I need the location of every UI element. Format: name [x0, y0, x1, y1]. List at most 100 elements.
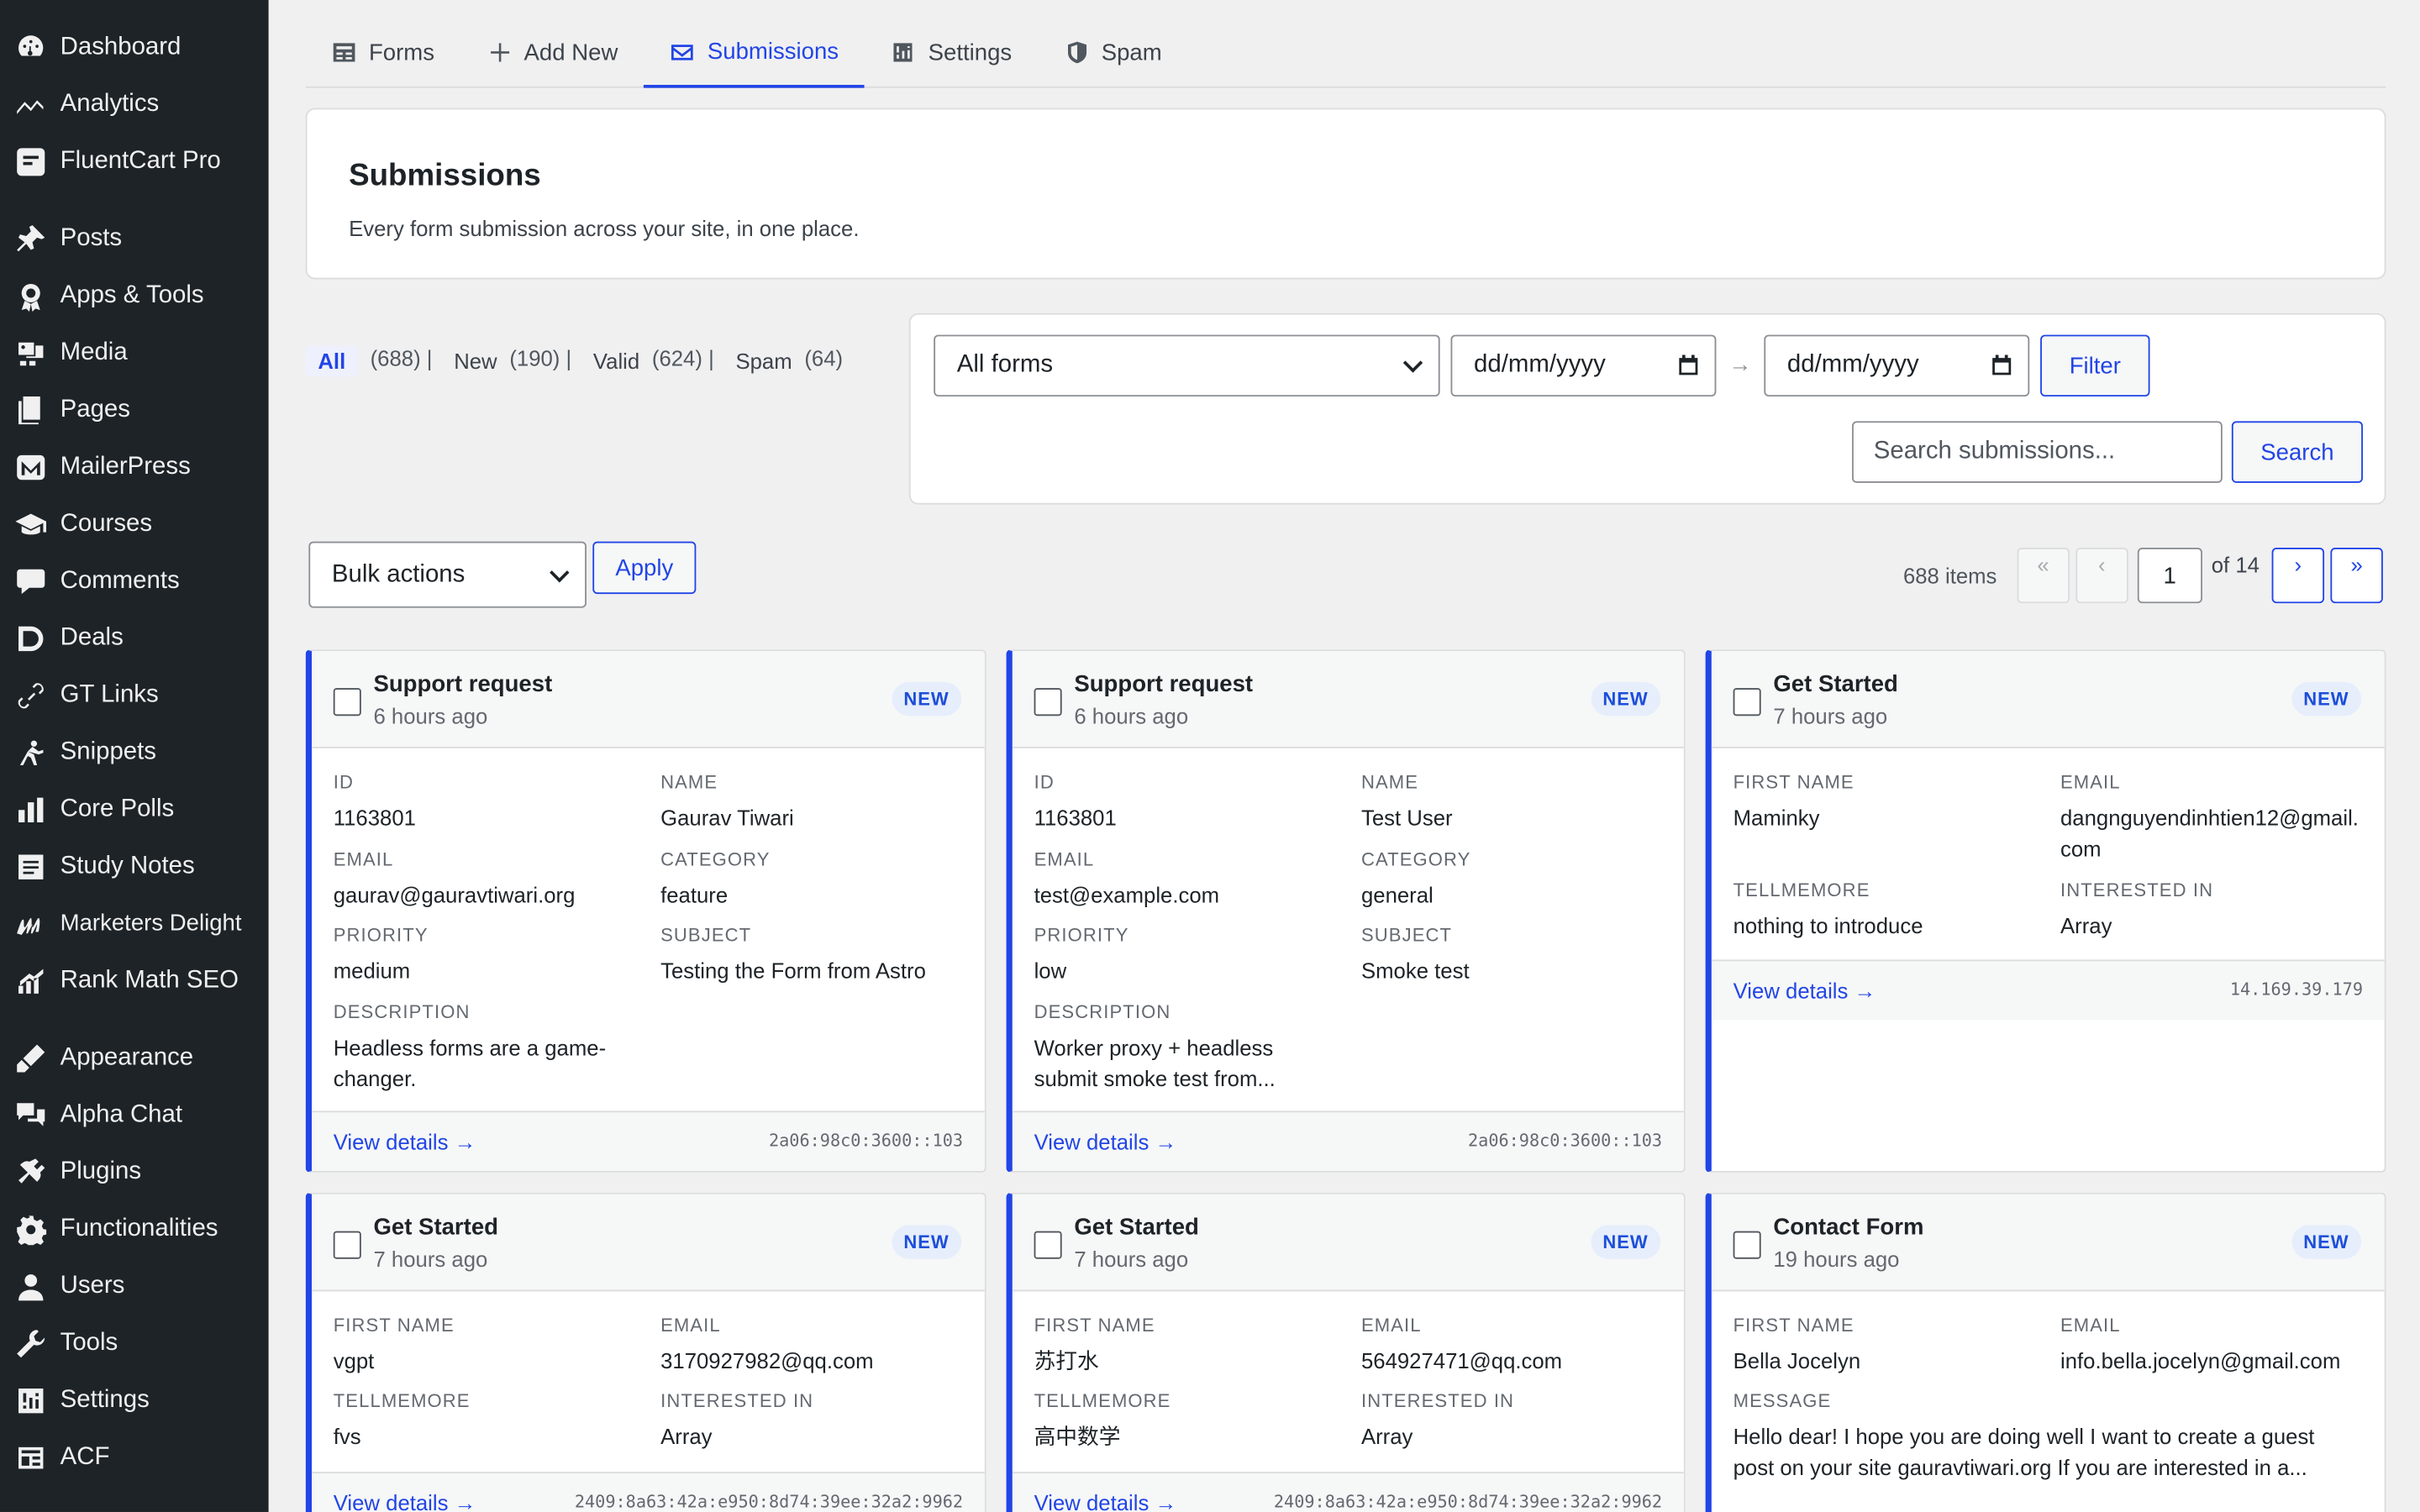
sidebar-item-users[interactable]: Users [0, 1257, 269, 1315]
sidebar-item-snippets[interactable]: Snippets [0, 723, 269, 780]
select-checkbox[interactable] [333, 1231, 361, 1259]
view-valid[interactable]: Valid [593, 345, 639, 376]
card-fields: ID 1163801 NAME Test User EMAIL test@exampl… [1013, 748, 1684, 1090]
card-fields: ID 1163801 NAME Gaurav Tiwari EMAIL gaurav@… [312, 748, 985, 1090]
submission-card: Get Started 7 hours ago NEW FIRST NAME 苏打… [1006, 1192, 1686, 1512]
select-checkbox[interactable] [333, 688, 361, 717]
view-details-link[interactable]: View details → [1034, 1129, 1177, 1153]
tab-add-new[interactable]: Add New [460, 18, 644, 87]
prev-page-button[interactable]: ‹ [2075, 548, 2128, 604]
sidebar-item-gt-links[interactable]: GT Links [0, 666, 269, 723]
admin-sidebar: Dashboard Analytics FluentCart Pro Posts… [0, 0, 269, 1512]
sidebar-item-analytics[interactable]: Analytics [0, 76, 269, 133]
sidebar-item-media[interactable]: Media [0, 324, 269, 381]
view-details-link[interactable]: View details → [1034, 1490, 1177, 1512]
view-details-link[interactable]: View details → [1733, 978, 1876, 1002]
search-button[interactable]: Search [2231, 421, 2363, 483]
field-value: test@example.com [1034, 882, 1220, 907]
sidebar-item-dashboard[interactable]: Dashboard [0, 18, 269, 76]
tab-spam[interactable]: Spam [1038, 18, 1188, 87]
submitted-time: 7 hours ago [1074, 1247, 1189, 1272]
users-icon [15, 1271, 46, 1302]
field-value: 苏打水 [1034, 1348, 1099, 1373]
field-label: TELLMEMORE [333, 1389, 471, 1412]
tab-label: Spam [1101, 39, 1162, 66]
apply-button[interactable]: Apply [592, 541, 697, 595]
field-label: NAME [1360, 771, 1419, 794]
field-value: 3170927982@qq.com [660, 1348, 874, 1373]
ip-address: 2409:8a63:42a:e950:8d74:39ee:32a2:9962 [574, 1492, 964, 1512]
sidebar-item-comments[interactable]: Comments [0, 553, 269, 610]
view-spam[interactable]: Spam [735, 345, 792, 376]
deals-icon [15, 622, 46, 654]
field: CATEGORY feature [660, 848, 961, 910]
view-details-link[interactable]: View details → [334, 1129, 476, 1153]
sidebar-item-pages[interactable]: Pages [0, 381, 269, 438]
sidebar-item-study-notes[interactable]: Study Notes [0, 837, 269, 895]
sidebar-item-alpha-chat[interactable]: Alpha Chat [0, 1086, 269, 1143]
mailerpress-icon [15, 451, 46, 482]
sidebar-item-courses[interactable]: Courses [0, 496, 269, 553]
field-label: SUBJECT [1360, 924, 1453, 946]
page-title: Submissions [349, 159, 541, 193]
date-to-input[interactable]: dd/mm/yyyy [1764, 334, 2030, 397]
view-new[interactable]: New [454, 345, 497, 376]
bulk-actions-select[interactable]: Bulk actions [308, 541, 587, 608]
form-title: Get Started [1773, 670, 1898, 698]
tab-submissions[interactable]: Submissions [644, 18, 865, 88]
main-content: Forms Add New Submissions Settings Spam … [269, 0, 2420, 1512]
tab-settings[interactable]: Settings [865, 18, 1038, 87]
sidebar-item-marketers-delight[interactable]: Marketers Delight [0, 895, 269, 952]
field-value: Array [1360, 1424, 1413, 1449]
snippets-icon [15, 737, 46, 768]
first-page-button[interactable]: « [2017, 548, 2070, 604]
select-checkbox[interactable] [1733, 688, 1761, 717]
search-input[interactable]: Search submissions... [1852, 421, 2223, 483]
status-badge: NEW [891, 681, 962, 717]
items-count: 688 items [1902, 563, 1997, 588]
tab-forms[interactable]: Forms [306, 18, 461, 87]
field-value: Testing the Form from Astro [660, 958, 926, 983]
filter-button[interactable]: Filter [2040, 334, 2150, 397]
sidebar-item-label: Dashboard [60, 33, 182, 60]
sidebar-item-rank-math[interactable]: Rank Math SEO [0, 952, 269, 1009]
sidebar-item-posts[interactable]: Posts [0, 210, 269, 267]
sidebar-item-appearance[interactable]: Appearance [0, 1029, 269, 1086]
ip-address: 2a06:98c0:3600::103 [1467, 1131, 1663, 1152]
sidebar-item-functionalities[interactable]: Functionalities [0, 1200, 269, 1257]
sidebar-item-deals[interactable]: Deals [0, 609, 269, 666]
form-select[interactable]: All forms [934, 334, 1440, 397]
field-value: 564927471@qq.com [1360, 1348, 1563, 1373]
pagination: 688 items « ‹ 1 of 14 › » [1902, 548, 2383, 604]
select-checkbox[interactable] [1733, 1231, 1761, 1259]
sidebar-item-acf[interactable]: ACF [0, 1429, 269, 1486]
field: ID 1163801 [1034, 771, 1335, 832]
sidebar-item-apps-tools[interactable]: Apps & Tools [0, 267, 269, 324]
current-page-input[interactable]: 1 [2137, 548, 2202, 604]
view-details-link[interactable]: View details → [334, 1490, 476, 1512]
sidebar-item-tools[interactable]: Tools [0, 1315, 269, 1372]
select-checkbox[interactable] [1034, 1231, 1062, 1259]
next-page-button[interactable]: › [2271, 548, 2325, 604]
field: FIRST NAME Bella Jocelyn [1733, 1315, 2034, 1376]
last-page-button[interactable]: » [2330, 548, 2383, 604]
ip-address: 2a06:98c0:3600::103 [768, 1131, 964, 1152]
sidebar-item-label: Deals [60, 623, 124, 651]
card-footer: View details → 2409:8a63:42a:e950:8d74:3… [1012, 1472, 1684, 1512]
sidebar-item-settings[interactable]: Settings [0, 1372, 269, 1429]
sidebar-item-label: Courses [60, 510, 153, 537]
sidebar-item-plugins[interactable]: Plugins [0, 1143, 269, 1200]
select-checkbox[interactable] [1034, 688, 1062, 717]
submitted-time: 19 hours ago [1773, 1247, 1900, 1272]
sidebar-item-core-polls[interactable]: Core Polls [0, 780, 269, 837]
sidebar-item-fluentcart[interactable]: FluentCart Pro [0, 133, 269, 190]
notes-icon [15, 851, 46, 882]
acf-icon [15, 1441, 46, 1473]
view-all[interactable]: All [305, 345, 358, 377]
sidebar-item-label: Media [60, 339, 128, 365]
sidebar-item-mailerpress[interactable]: MailerPress [0, 438, 269, 496]
field-value: nothing to introduce [1733, 913, 1923, 938]
card-fields: FIRST NAME vgpt EMAIL 3170927982@qq.com TE… [312, 1291, 985, 1449]
date-from-input[interactable]: dd/mm/yyyy [1450, 334, 1717, 397]
sidebar-item-label: Appearance [60, 1043, 194, 1070]
